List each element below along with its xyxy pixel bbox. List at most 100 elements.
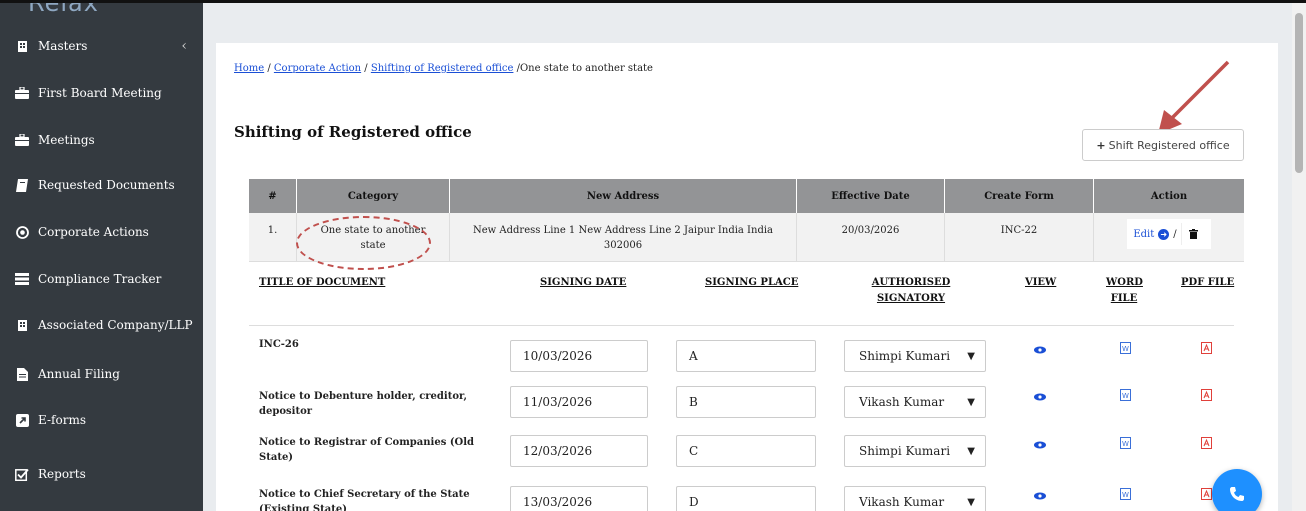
list-icon <box>14 271 30 287</box>
file-icon <box>14 366 30 382</box>
shift-button-label: Shift Registered office <box>1108 138 1230 152</box>
signing-place-input[interactable]: D <box>676 486 816 511</box>
signing-place-input[interactable]: C <box>676 435 816 467</box>
header-effective-date: Effective Date <box>797 179 945 213</box>
svg-text:W: W <box>1122 392 1129 400</box>
breadcrumb-separator: / <box>361 63 371 74</box>
doc-header-word: WORD FILE <box>1106 275 1143 307</box>
eye-icon[interactable] <box>1033 489 1047 503</box>
eye-icon[interactable] <box>1033 343 1047 357</box>
signing-date-input[interactable]: 12/03/2026 <box>510 435 648 467</box>
breadcrumb-home[interactable]: Home <box>234 63 264 74</box>
chevron-down-icon: ▼ <box>967 445 975 457</box>
breadcrumb-corporate-action[interactable]: Corporate Action <box>274 63 361 74</box>
pdf-file-icon[interactable] <box>1199 341 1213 355</box>
delete-button[interactable] <box>1180 223 1205 245</box>
word-file-icon[interactable]: W <box>1118 388 1132 402</box>
pdf-file-icon[interactable] <box>1199 388 1213 402</box>
signatory-select[interactable]: Vikash Kumar ▼ <box>844 486 986 511</box>
checkbox-icon <box>14 466 30 482</box>
sidebar-item-label: Masters <box>38 39 88 53</box>
signing-place-input[interactable]: A <box>676 340 816 372</box>
create-form-link[interactable]: INC-22 <box>945 213 1094 261</box>
briefcase-icon <box>14 85 30 101</box>
signatory-select[interactable]: Shimpi Kumari ▼ <box>844 340 986 372</box>
word-file-icon[interactable]: W <box>1118 436 1132 450</box>
edit-label: Edit <box>1133 228 1155 240</box>
row-actions: Edit ➜ / <box>1094 213 1244 261</box>
main-card: Home / Corporate Action / Shifting of Re… <box>216 43 1278 511</box>
sidebar-item-associated-company[interactable]: Associated Company/LLP <box>0 305 203 345</box>
breadcrumb-separator: / <box>264 63 274 74</box>
doc-header-signing-date: SIGNING DATE <box>540 277 627 288</box>
sidebar-item-label: E-forms <box>38 413 86 427</box>
sidebar-item-label: Compliance Tracker <box>38 272 162 286</box>
signatory-value: Vikash Kumar <box>859 395 945 409</box>
sidebar-item-reports[interactable]: Reports <box>0 454 203 494</box>
edit-button[interactable]: Edit ➜ / <box>1127 219 1211 249</box>
doc-header-signatory-line2: SIGNATORY <box>876 293 946 304</box>
sidebar-item-requested-documents[interactable]: Requested Documents <box>0 165 203 205</box>
plus-icon: + <box>1096 138 1106 152</box>
vertical-scrollbar[interactable] <box>1292 3 1306 511</box>
row-effective-date: 20/03/2026 <box>797 213 945 261</box>
row-number: 1. <box>249 213 297 261</box>
row-address: New Address Line 1 New Address Line 2 Ja… <box>450 213 797 261</box>
table-header: # Category New Address Effective Date Cr… <box>249 179 1244 213</box>
doc-title: Notice to Debenture holder, creditor, de… <box>259 391 468 417</box>
svg-text:W: W <box>1122 345 1129 353</box>
doc-title: INC-26 <box>259 339 299 350</box>
sidebar-item-first-board-meeting[interactable]: First Board Meeting <box>0 73 203 113</box>
signing-date-input[interactable]: 13/03/2026 <box>510 486 648 511</box>
target-icon <box>14 224 30 240</box>
divider <box>249 325 1234 326</box>
doc-header-word-line1: WORD <box>1106 277 1143 288</box>
eye-icon[interactable] <box>1033 390 1047 404</box>
header-action: Action <box>1150 190 1188 202</box>
page-title: Shifting of Registered office <box>234 123 472 141</box>
word-file-icon[interactable]: W <box>1118 487 1132 501</box>
header-category: Category <box>297 179 450 213</box>
external-link-icon <box>14 412 30 428</box>
call-button[interactable] <box>1212 469 1262 511</box>
header-create-form: Create Form <box>945 179 1094 213</box>
shift-registered-office-button[interactable]: + Shift Registered office <box>1082 129 1244 161</box>
signatory-value: Shimpi Kumari <box>859 349 951 363</box>
signatory-select[interactable]: Shimpi Kumari ▼ <box>844 435 986 467</box>
sidebar-item-label: Reports <box>38 467 86 481</box>
signatory-select[interactable]: Vikash Kumar ▼ <box>844 386 986 418</box>
sidebar-item-label: Requested Documents <box>38 178 175 192</box>
sidebar-item-corporate-actions[interactable]: Corporate Actions <box>0 212 203 252</box>
book-icon <box>14 177 30 193</box>
building-icon <box>14 317 30 333</box>
signing-date-input[interactable]: 10/03/2026 <box>510 340 648 372</box>
svg-text:W: W <box>1122 491 1129 499</box>
breadcrumb-shifting[interactable]: Shifting of Registered office <box>371 63 514 74</box>
signing-place-input[interactable]: B <box>676 386 816 418</box>
breadcrumb-current: /One state to another state <box>513 63 653 74</box>
doc-header-signatory-line1: AUTHORISED <box>871 277 951 288</box>
doc-header-view: VIEW <box>1025 277 1057 288</box>
doc-header-title: TITLE OF DOCUMENT <box>259 277 386 288</box>
briefcase-icon <box>14 132 30 148</box>
pdf-file-icon[interactable] <box>1199 436 1213 450</box>
pdf-file-icon[interactable] <box>1199 487 1213 501</box>
breadcrumb: Home / Corporate Action / Shifting of Re… <box>234 63 653 74</box>
arrow-right-circle-icon: ➜ <box>1158 228 1170 240</box>
sidebar-item-label: Associated Company/LLP <box>38 318 193 332</box>
eye-icon[interactable] <box>1033 438 1047 452</box>
app-logo: Relax <box>28 3 99 17</box>
sidebar-item-compliance-tracker[interactable]: Compliance Tracker <box>0 259 203 299</box>
header-number: # <box>249 179 297 213</box>
sidebar-item-annual-filing[interactable]: Annual Filing <box>0 354 203 394</box>
signing-date-input[interactable]: 11/03/2026 <box>510 386 648 418</box>
chevron-down-icon: ▼ <box>967 396 975 408</box>
scrollbar-thumb[interactable] <box>1295 13 1303 173</box>
action-separator: / <box>1173 228 1177 240</box>
sidebar-item-meetings[interactable]: Meetings <box>0 120 203 160</box>
sidebar-item-e-forms[interactable]: E-forms <box>0 400 203 440</box>
sidebar-item-masters[interactable]: Masters ‹ <box>0 26 203 66</box>
word-file-icon[interactable]: W <box>1118 341 1132 355</box>
chevron-left-icon: ‹ <box>181 38 187 54</box>
trash-icon <box>1188 229 1198 239</box>
